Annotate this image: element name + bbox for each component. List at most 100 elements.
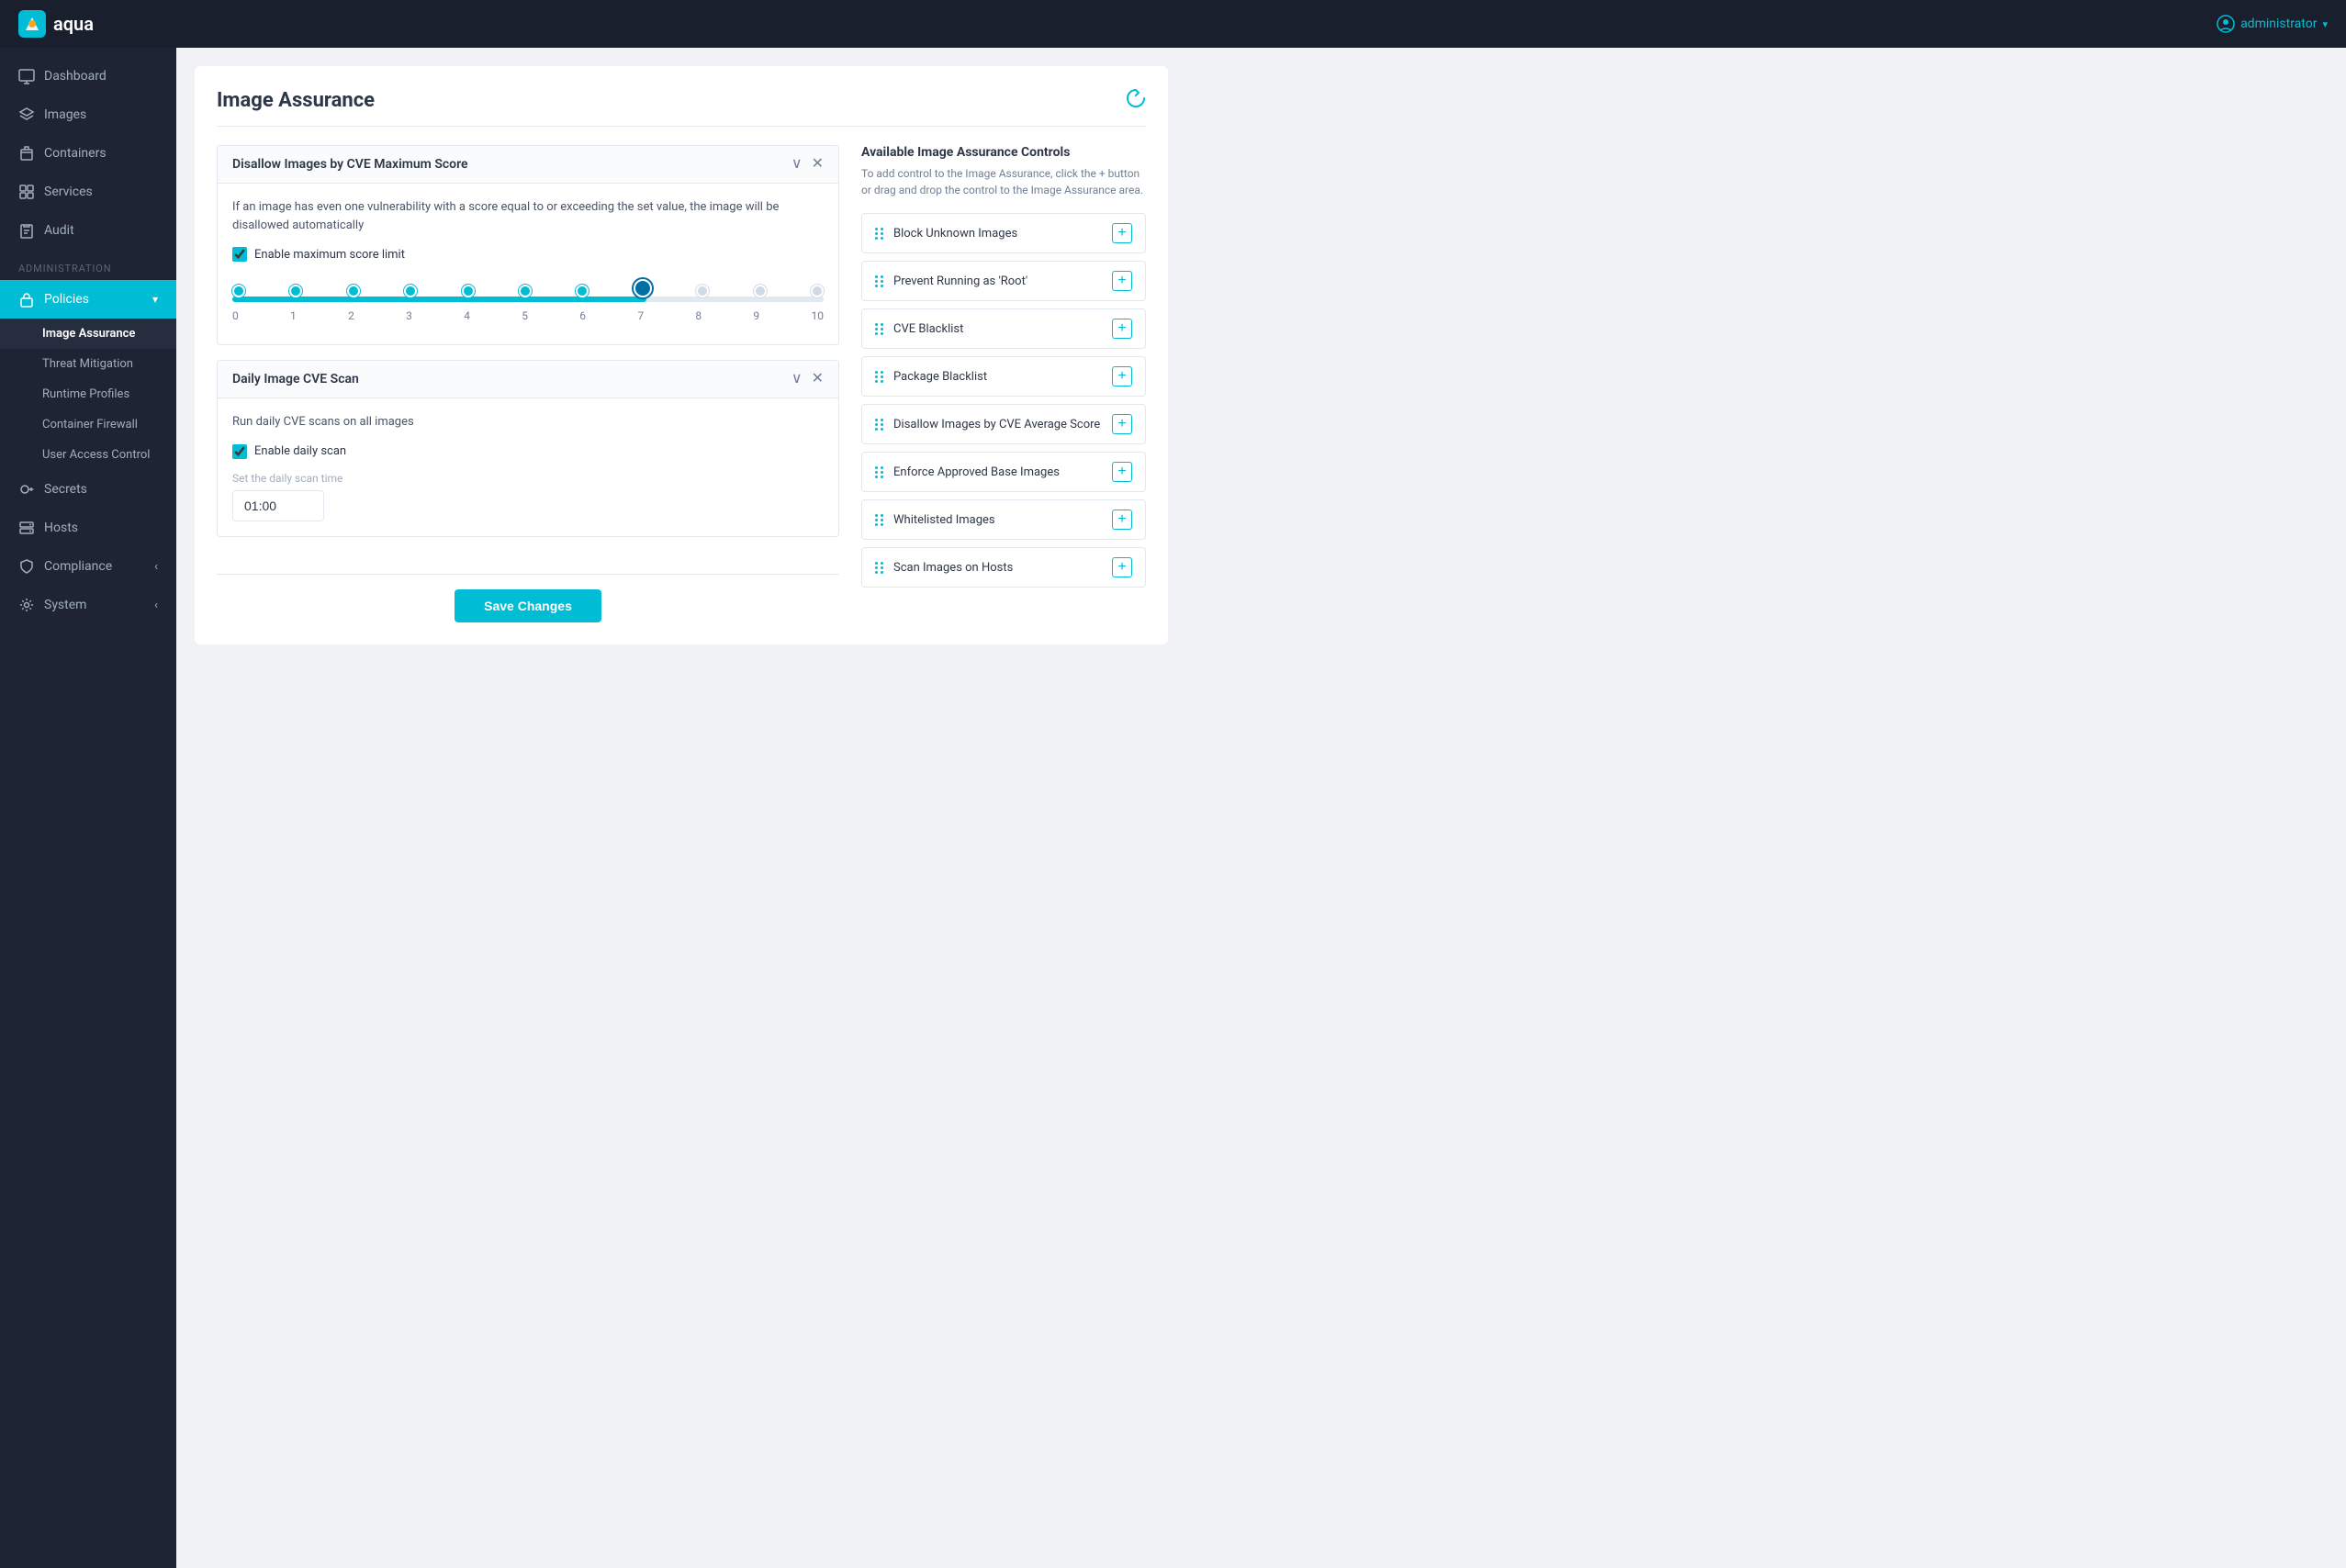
controls-panel-title: Available Image Assurance Controls bbox=[861, 145, 1146, 160]
policies-label: Policies bbox=[44, 292, 89, 307]
sidebar-item-dashboard[interactable]: Dashboard bbox=[0, 57, 176, 95]
add-whitelisted-btn[interactable]: + bbox=[1112, 510, 1132, 530]
slider-dot-4 bbox=[462, 285, 475, 297]
submenu-container-firewall[interactable]: Container Firewall bbox=[0, 409, 176, 440]
slider-dot-0 bbox=[232, 285, 245, 297]
save-changes-button[interactable]: Save Changes bbox=[455, 589, 601, 622]
sidebar-label-containers: Containers bbox=[44, 146, 107, 161]
slider-dot-10 bbox=[811, 285, 824, 297]
daily-scan-time-input[interactable] bbox=[232, 490, 324, 521]
available-control-package-blacklist[interactable]: Package Blacklist + bbox=[861, 356, 1146, 397]
cve-card-actions: ∨ ✕ bbox=[791, 157, 824, 172]
available-control-cve-blacklist[interactable]: CVE Blacklist + bbox=[861, 308, 1146, 349]
available-control-whitelisted[interactable]: Whitelisted Images + bbox=[861, 499, 1146, 540]
user-menu[interactable]: administrator ▾ bbox=[2217, 15, 2328, 33]
page-header: Image Assurance bbox=[217, 88, 1146, 127]
control-label-cve-blacklist: CVE Blacklist bbox=[893, 322, 963, 336]
available-control-disallow-average[interactable]: Disallow Images by CVE Average Score + bbox=[861, 404, 1146, 444]
add-enforce-base-btn[interactable]: + bbox=[1112, 462, 1132, 482]
submenu-runtime-profiles[interactable]: Runtime Profiles bbox=[0, 379, 176, 409]
available-control-block-unknown[interactable]: Block Unknown Images + bbox=[861, 213, 1146, 253]
aqua-logo-icon bbox=[18, 10, 46, 38]
user-avatar-icon bbox=[2217, 15, 2235, 33]
daily-card-close-btn[interactable]: ✕ bbox=[812, 372, 824, 386]
slider-dot-9 bbox=[754, 285, 767, 297]
shield-icon bbox=[18, 558, 35, 575]
drag-handle-icon-6 bbox=[875, 466, 884, 478]
cve-card-close-btn[interactable]: ✕ bbox=[812, 157, 824, 172]
control-label-block-unknown: Block Unknown Images bbox=[893, 227, 1017, 241]
drag-handle-icon-5 bbox=[875, 419, 884, 431]
control-label-scan-hosts: Scan Images on Hosts bbox=[893, 561, 1013, 575]
daily-card-description: Run daily CVE scans on all images bbox=[232, 413, 824, 431]
control-label-enforce-base: Enforce Approved Base Images bbox=[893, 465, 1060, 479]
slider-dot-1 bbox=[289, 285, 302, 297]
main-content: Image Assurance Disallow Images by CVE M… bbox=[176, 48, 2346, 1568]
cve-enable-label[interactable]: Enable maximum score limit bbox=[254, 248, 405, 262]
drag-handle-icon-7 bbox=[875, 514, 884, 526]
slider-dot-7 bbox=[634, 279, 652, 297]
server-icon bbox=[18, 520, 35, 536]
cve-enable-row: Enable maximum score limit bbox=[232, 247, 824, 262]
sidebar-label-images: Images bbox=[44, 107, 86, 122]
lock-icon bbox=[18, 291, 35, 308]
daily-card-body: Run daily CVE scans on all images Enable… bbox=[218, 398, 838, 536]
sidebar-label-compliance: Compliance bbox=[44, 559, 112, 574]
sidebar-item-secrets[interactable]: Secrets bbox=[0, 470, 176, 509]
control-label-prevent-root: Prevent Running as 'Root' bbox=[893, 274, 1027, 288]
sidebar-item-compliance[interactable]: Compliance ‹ bbox=[0, 547, 176, 586]
drag-handle-icon bbox=[875, 228, 884, 240]
control-label-disallow-average: Disallow Images by CVE Average Score bbox=[893, 418, 1100, 431]
slider-dot-8 bbox=[696, 285, 709, 297]
drag-handle-icon-3 bbox=[875, 323, 884, 335]
control-label-whitelisted: Whitelisted Images bbox=[893, 513, 995, 527]
daily-enable-label[interactable]: Enable daily scan bbox=[254, 444, 346, 458]
cve-slider-fill bbox=[232, 297, 646, 302]
available-control-scan-hosts[interactable]: Scan Images on Hosts + bbox=[861, 547, 1146, 588]
add-package-blacklist-btn[interactable]: + bbox=[1112, 366, 1132, 386]
page-title: Image Assurance bbox=[217, 89, 375, 112]
add-cve-blacklist-btn[interactable]: + bbox=[1112, 319, 1132, 339]
refresh-icon bbox=[1126, 88, 1146, 108]
save-bar: Save Changes bbox=[217, 574, 839, 622]
app-logo[interactable]: aqua bbox=[18, 10, 94, 38]
daily-card-collapse-btn[interactable]: ∨ bbox=[791, 372, 803, 386]
submenu-user-access-control[interactable]: User Access Control bbox=[0, 440, 176, 470]
cve-card-description: If an image has even one vulnerability w… bbox=[232, 198, 824, 234]
sidebar-item-containers[interactable]: Containers bbox=[0, 134, 176, 173]
sidebar-item-hosts[interactable]: Hosts bbox=[0, 509, 176, 547]
submenu-image-assurance[interactable]: Image Assurance bbox=[0, 319, 176, 349]
drag-handle-icon-4 bbox=[875, 371, 884, 383]
cve-slider-container: 0 1 2 3 4 5 6 7 8 9 bbox=[232, 274, 824, 330]
cve-enable-checkbox[interactable] bbox=[232, 247, 247, 262]
cve-slider-track[interactable] bbox=[232, 297, 824, 302]
add-prevent-root-btn[interactable]: + bbox=[1112, 271, 1132, 291]
left-column: Disallow Images by CVE Maximum Score ∨ ✕… bbox=[217, 145, 839, 622]
refresh-button[interactable] bbox=[1126, 88, 1146, 113]
submenu-threat-mitigation[interactable]: Threat Mitigation bbox=[0, 349, 176, 379]
slider-labels: 0 1 2 3 4 5 6 7 8 9 bbox=[232, 309, 824, 322]
clipboard-icon bbox=[18, 222, 35, 239]
available-control-enforce-base[interactable]: Enforce Approved Base Images + bbox=[861, 452, 1146, 492]
add-block-unknown-btn[interactable]: + bbox=[1112, 223, 1132, 243]
available-control-prevent-root[interactable]: Prevent Running as 'Root' + bbox=[861, 261, 1146, 301]
sidebar-item-system[interactable]: System ‹ bbox=[0, 586, 176, 624]
controls-panel-desc: To add control to the Image Assurance, c… bbox=[861, 165, 1146, 198]
time-field-label: Set the daily scan time bbox=[232, 472, 824, 485]
add-scan-hosts-btn[interactable]: + bbox=[1112, 557, 1132, 577]
policies-chevron: ▾ bbox=[152, 293, 158, 306]
cve-card-collapse-btn[interactable]: ∨ bbox=[791, 157, 803, 172]
box-icon bbox=[18, 145, 35, 162]
sidebar-label-system: System bbox=[44, 598, 86, 612]
slider-dot-2 bbox=[347, 285, 360, 297]
add-disallow-average-btn[interactable]: + bbox=[1112, 414, 1132, 434]
sidebar-item-images[interactable]: Images bbox=[0, 95, 176, 134]
sidebar-item-policies[interactable]: Policies ▾ bbox=[0, 280, 176, 319]
policies-submenu: Image Assurance Threat Mitigation Runtim… bbox=[0, 319, 176, 470]
sidebar-item-services[interactable]: Services bbox=[0, 173, 176, 211]
control-label-package-blacklist: Package Blacklist bbox=[893, 370, 987, 384]
daily-enable-checkbox[interactable] bbox=[232, 444, 247, 459]
sidebar-item-audit[interactable]: Audit bbox=[0, 211, 176, 250]
cve-card-header: Disallow Images by CVE Maximum Score ∨ ✕ bbox=[218, 146, 838, 184]
sidebar-label-audit: Audit bbox=[44, 223, 74, 238]
